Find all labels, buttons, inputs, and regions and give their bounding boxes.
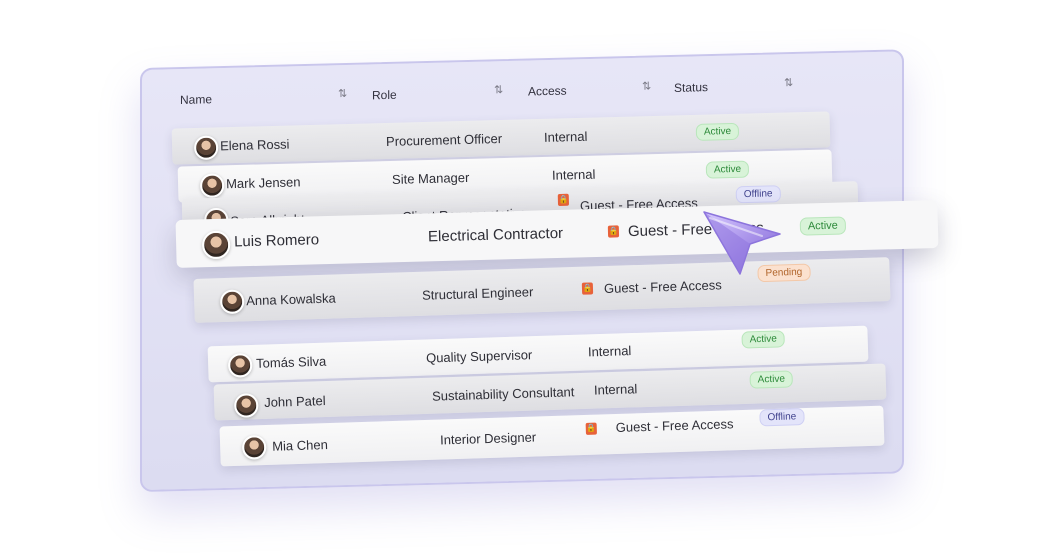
lock-icon: 🔒: [581, 282, 594, 295]
row-role: Procurement Officer: [385, 130, 503, 150]
avatar: [219, 289, 245, 315]
avatar: [241, 434, 267, 460]
status-badge: Active: [705, 160, 750, 179]
avatar: [199, 173, 225, 198]
cursor-pointer-icon: [703, 211, 781, 275]
status-badge: Active: [749, 370, 794, 389]
row-role: Quality Supervisor: [425, 347, 533, 366]
row-name: Luis Romero: [233, 231, 320, 251]
avatar: [233, 393, 259, 418]
row-role: Structural Engineer: [421, 284, 534, 303]
user-table-scene: Name ⇅ Role ⇅ Access ⇅ Status ⇅ Elena Ro…: [0, 0, 1040, 560]
sort-arrow-icon[interactable]: ⇅: [494, 83, 503, 96]
row-access: Internal: [587, 343, 632, 360]
row-name: Tomás Silva: [255, 353, 327, 371]
row-access: Internal: [551, 166, 596, 183]
row-role: Interior Designer: [439, 429, 537, 448]
row-name: Elena Rossi: [219, 136, 290, 154]
row-name: Mia Chen: [271, 437, 329, 454]
row-access: Internal: [543, 128, 588, 145]
sort-arrow-icon[interactable]: ⇅: [338, 87, 347, 100]
column-header-status[interactable]: Status: [674, 80, 708, 95]
row-access: Internal: [593, 381, 638, 398]
row-role: Site Manager: [391, 169, 470, 187]
status-badge: Active: [695, 122, 740, 141]
status-badge: Offline: [735, 185, 781, 204]
status-badge: Active: [799, 216, 847, 236]
status-badge: Offline: [759, 408, 805, 427]
column-header-name[interactable]: Name: [180, 92, 212, 107]
lock-icon: 🔒: [607, 225, 620, 238]
row-role: Sustainability Consultant: [431, 384, 575, 404]
column-header-role[interactable]: Role: [372, 88, 397, 103]
row-access: Guest - Free Access: [603, 277, 722, 297]
avatar: [193, 135, 219, 161]
sort-arrow-icon[interactable]: ⇅: [784, 76, 793, 89]
lock-icon: 🔒: [557, 193, 570, 207]
row-role: Electrical Contractor: [427, 224, 564, 246]
avatar: [201, 230, 231, 260]
status-badge: Active: [741, 330, 786, 349]
row-access: Guest - Free Access: [615, 416, 734, 435]
row-name: John Patel: [263, 393, 326, 410]
sort-arrow-icon[interactable]: ⇅: [642, 80, 651, 93]
lock-icon: 🔒: [585, 422, 597, 435]
row-name: Mark Jensen: [225, 174, 301, 192]
column-header-access[interactable]: Access: [528, 84, 567, 99]
row-name: Anna Kowalska: [245, 290, 337, 309]
avatar: [227, 352, 253, 378]
